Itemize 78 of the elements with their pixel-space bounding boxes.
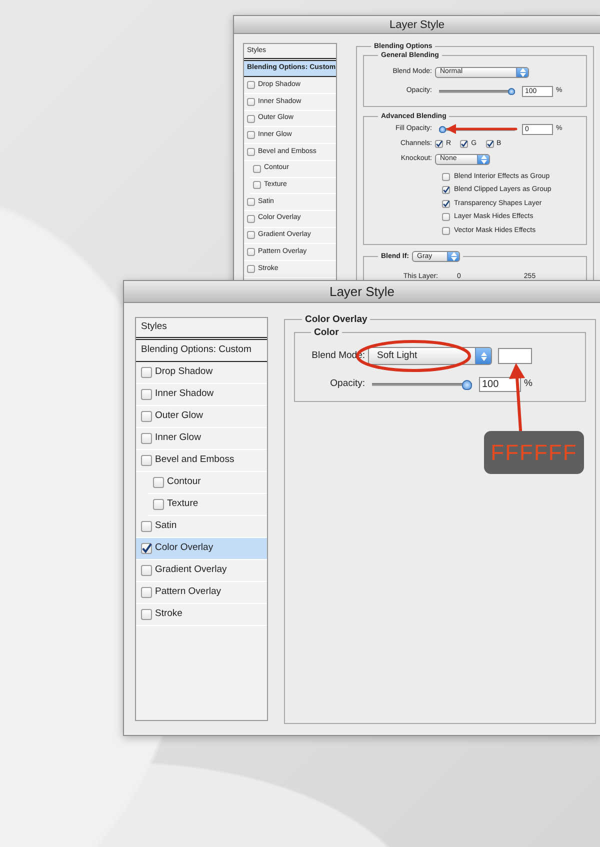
checkbox[interactable] [141,389,152,400]
window-title: Layer Style [234,16,600,34]
style-label: Drop Shadow [155,365,213,380]
checkbox[interactable] [247,264,255,273]
checkbox[interactable] [247,248,255,256]
checkbox[interactable] [247,131,255,140]
style-label: Satin [155,519,177,534]
unit-label: % [524,377,532,392]
checkbox[interactable] [486,140,494,148]
style-list-item[interactable]: Color Overlay [136,538,267,560]
checkbox[interactable] [141,455,152,466]
style-list-item[interactable]: Bevel and Emboss [136,450,267,472]
arrow-annotation [446,124,518,134]
style-list-item[interactable]: Outer Glow [136,406,267,428]
style-label: Outer Glow [155,409,204,424]
opacity-slider[interactable] [439,88,515,95]
checkbox[interactable] [141,587,152,598]
checkbox[interactable] [247,98,255,106]
checkbox[interactable] [247,198,255,206]
style-list-item[interactable]: Stroke [136,604,267,626]
stepper-icon [450,252,456,261]
blend-mode-select[interactable]: Soft Light [368,347,492,365]
style-label: Blending Options: Custom [141,343,252,358]
checkbox[interactable] [253,164,261,173]
checkbox[interactable] [153,499,164,510]
checkbox[interactable] [442,200,450,208]
style-label: Bevel and Emboss [155,453,234,468]
checkbox[interactable] [442,186,450,194]
checkbox[interactable] [141,521,152,532]
style-label: Texture [167,497,198,512]
checkbox[interactable] [141,433,152,444]
checkbox[interactable] [141,609,152,620]
window-title: Layer Style [124,281,600,303]
slider-thumb[interactable] [462,380,472,390]
style-list-item[interactable]: Inner Shadow [136,384,267,406]
style-list-item[interactable]: Contour [148,472,267,494]
stepper-icon [480,352,486,360]
style-label: Pattern Overlay [155,585,221,600]
checkbox[interactable] [153,477,164,488]
style-list-item[interactable]: Gradient Overlay [136,560,267,582]
field-label: Opacity: [329,377,365,392]
style-list-item[interactable]: Inner Glow [136,428,267,450]
checkbox[interactable] [247,148,255,156]
color-swatch[interactable] [498,348,532,364]
style-list-item[interactable]: Texture [148,494,267,516]
style-label: Inner Shadow [155,387,214,402]
stepper-icon [480,154,486,164]
select-value: Soft Light [377,348,418,363]
callout-label: FFFFFF [484,431,584,474]
checkbox[interactable] [247,214,255,223]
checkbox[interactable] [141,411,152,422]
style-list-item[interactable]: Blending Options: Custom [136,340,267,362]
checkbox[interactable] [442,213,450,222]
checkbox[interactable] [141,367,152,378]
checkbox[interactable] [141,543,152,554]
value-field[interactable]: 100 [479,377,521,392]
checkbox[interactable] [247,114,255,123]
checkbox[interactable] [253,181,261,190]
group-title: Color [313,328,340,337]
checkbox[interactable] [460,140,468,148]
style-label: Styles [141,320,167,334]
checkbox[interactable] [247,231,255,240]
checkbox[interactable] [435,140,443,148]
style-label: Gradient Overlay [155,563,227,578]
group-title: Color Overlay [304,315,368,324]
slider-thumb[interactable] [508,88,515,95]
style-list-item[interactable]: Drop Shadow [136,362,267,384]
checkbox[interactable] [442,226,450,235]
style-list-item[interactable]: Pattern Overlay [136,582,267,604]
style-label: Contour [167,475,201,490]
checkbox[interactable] [442,172,450,181]
style-label: Color Overlay [155,541,214,556]
stepper-icon [520,68,526,77]
checkbox[interactable] [247,81,255,90]
slider-thumb[interactable] [439,126,446,133]
style-label: Inner Glow [155,431,201,446]
style-label: Stroke [155,607,182,622]
checkbox[interactable] [141,565,152,576]
